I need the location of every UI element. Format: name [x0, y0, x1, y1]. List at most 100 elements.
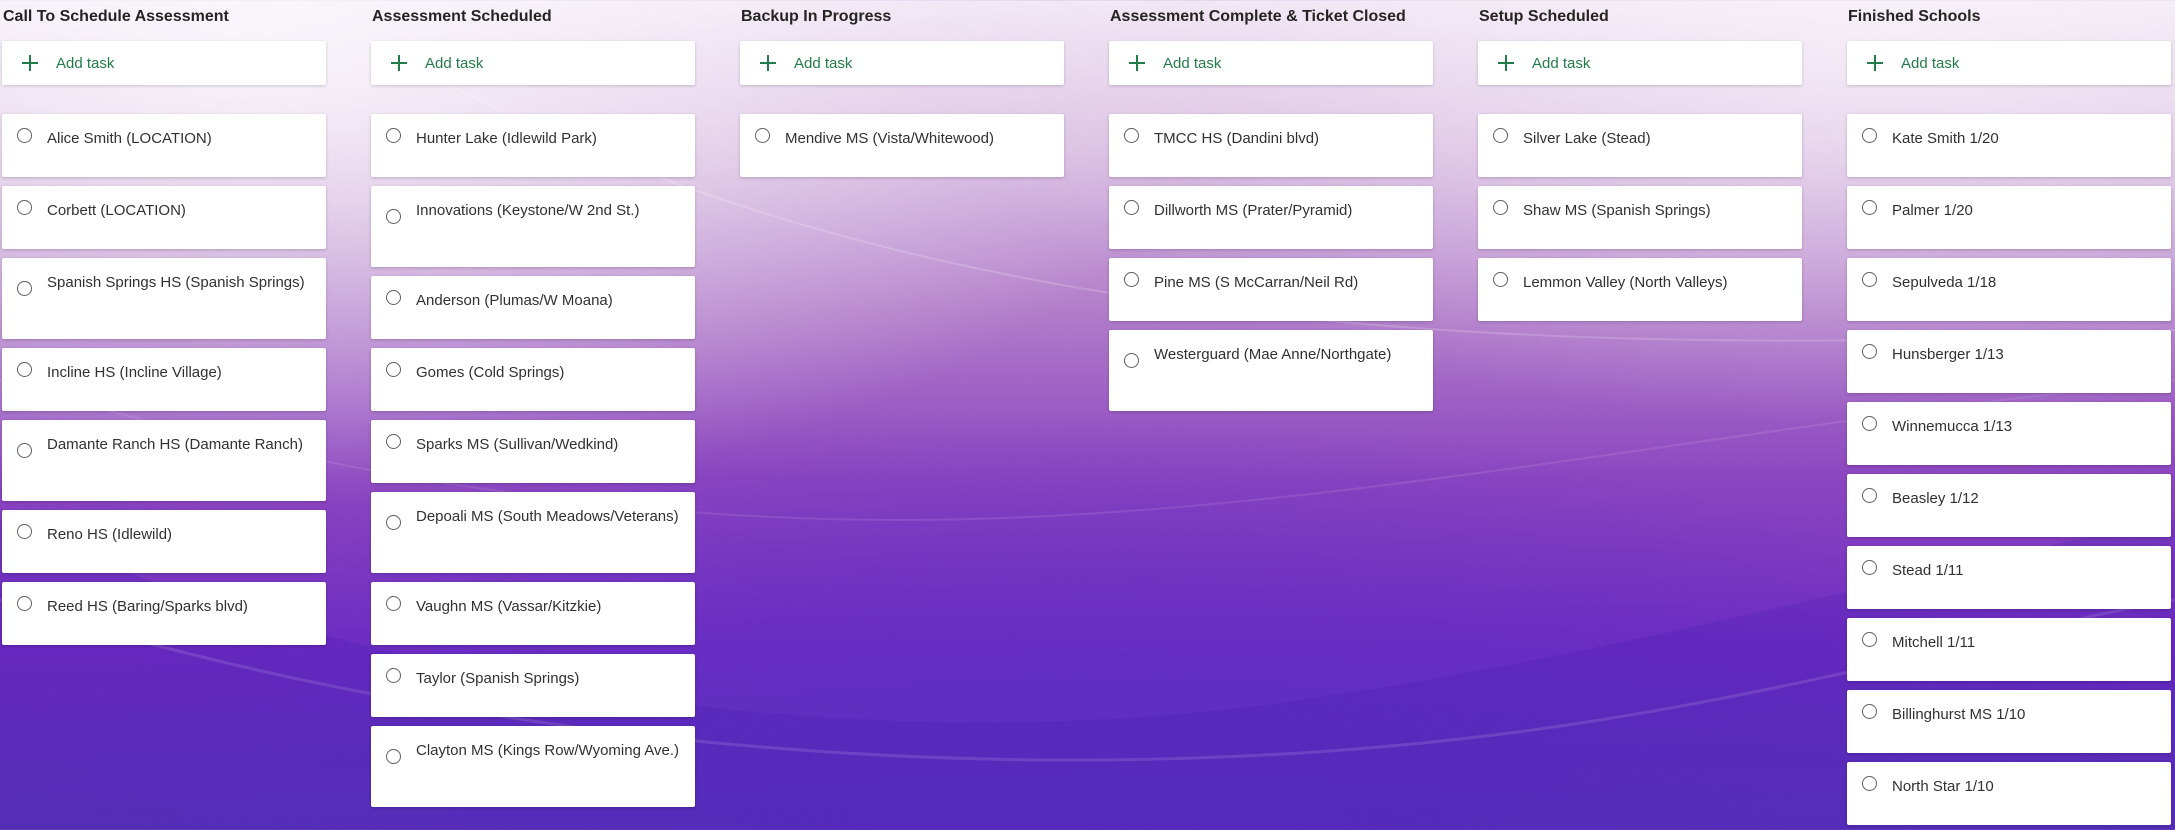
complete-circle-icon[interactable] [1862, 344, 1877, 359]
task-title: Corbett (LOCATION) [47, 202, 186, 219]
complete-circle-icon[interactable] [386, 596, 401, 611]
task-title: Billinghurst MS 1/10 [1892, 706, 2026, 723]
complete-circle-icon[interactable] [1124, 128, 1139, 143]
task-card[interactable]: Clayton MS (Kings Row/Wyoming Ave.) [371, 726, 695, 807]
complete-circle-icon[interactable] [1493, 128, 1508, 143]
task-list: Kate Smith 1/20 Palmer 1/20 Sepulveda 1/18… [1847, 114, 2171, 830]
task-title: Hunter Lake (Idlewild Park) [416, 130, 597, 147]
task-card[interactable]: Alice Smith (LOCATION) [2, 114, 326, 177]
task-card[interactable]: Damante Ranch HS (Damante Ranch) [2, 420, 326, 501]
task-card[interactable]: Westerguard (Mae Anne/Northgate) [1109, 330, 1433, 411]
complete-circle-icon[interactable] [1862, 200, 1877, 215]
complete-circle-icon[interactable] [1862, 272, 1877, 287]
task-list: Mendive MS (Vista/Whitewood) [740, 114, 1064, 186]
add-task-button[interactable]: Add task [1109, 41, 1433, 85]
task-card[interactable]: Pine MS (S McCarran/Neil Rd) [1109, 258, 1433, 321]
bucket-title[interactable]: Backup In Progress [741, 8, 891, 26]
task-card[interactable]: Sepulveda 1/18 [1847, 258, 2171, 321]
task-card[interactable]: Taylor (Spanish Springs) [371, 654, 695, 717]
task-card[interactable]: Mendive MS (Vista/Whitewood) [740, 114, 1064, 177]
complete-circle-icon[interactable] [1124, 353, 1139, 368]
task-card[interactable]: Reno HS (Idlewild) [2, 510, 326, 573]
add-task-button[interactable]: Add task [1478, 41, 1802, 85]
complete-circle-icon[interactable] [1862, 488, 1877, 503]
task-card[interactable]: Depoali MS (South Meadows/Veterans) [371, 492, 695, 573]
task-card[interactable]: Shaw MS (Spanish Springs) [1478, 186, 1802, 249]
task-card[interactable]: Kate Smith 1/20 [1847, 114, 2171, 177]
task-card[interactable]: Vaughn MS (Vassar/Kitzkie) [371, 582, 695, 645]
complete-circle-icon[interactable] [17, 443, 32, 458]
add-task-button[interactable]: Add task [740, 41, 1064, 85]
task-card[interactable]: Beasley 1/12 [1847, 474, 2171, 537]
complete-circle-icon[interactable] [1124, 200, 1139, 215]
complete-circle-icon[interactable] [1862, 776, 1877, 791]
task-card[interactable]: North Star 1/10 [1847, 762, 2171, 825]
task-title: TMCC HS (Dandini blvd) [1154, 130, 1320, 147]
bucket-title[interactable]: Assessment Complete & Ticket Closed [1110, 8, 1406, 26]
complete-circle-icon[interactable] [17, 200, 32, 215]
task-card[interactable]: Dillworth MS (Prater/Pyramid) [1109, 186, 1433, 249]
task-title: Lemmon Valley (North Valleys) [1523, 274, 1728, 291]
complete-circle-icon[interactable] [1862, 416, 1877, 431]
add-task-button[interactable]: Add task [1847, 41, 2171, 85]
complete-circle-icon[interactable] [386, 128, 401, 143]
complete-circle-icon[interactable] [755, 128, 770, 143]
complete-circle-icon[interactable] [386, 209, 401, 224]
bucket-title[interactable]: Setup Scheduled [1479, 8, 1609, 26]
task-card[interactable]: Billinghurst MS 1/10 [1847, 690, 2171, 753]
complete-circle-icon[interactable] [1124, 272, 1139, 287]
task-card[interactable]: Reed HS (Baring/Sparks blvd) [2, 582, 326, 645]
complete-circle-icon[interactable] [386, 434, 401, 449]
task-card[interactable]: Lemmon Valley (North Valleys) [1478, 258, 1802, 321]
complete-circle-icon[interactable] [1862, 704, 1877, 719]
complete-circle-icon[interactable] [1493, 272, 1508, 287]
bucket-title[interactable]: Call To Schedule Assessment [3, 8, 229, 26]
task-card[interactable]: Incline HS (Incline Village) [2, 348, 326, 411]
complete-circle-icon[interactable] [17, 596, 32, 611]
task-title: Winnemucca 1/13 [1892, 418, 2013, 435]
bucket-title[interactable]: Assessment Scheduled [372, 8, 552, 26]
bucket-title[interactable]: Finished Schools [1848, 8, 1980, 26]
task-card[interactable]: Hunsberger 1/13 [1847, 330, 2171, 393]
task-card[interactable]: Anderson (Plumas/W Moana) [371, 276, 695, 339]
task-title: Shaw MS (Spanish Springs) [1523, 202, 1711, 219]
task-card[interactable]: TMCC HS (Dandini blvd) [1109, 114, 1433, 177]
task-title: Alice Smith (LOCATION) [47, 130, 212, 147]
complete-circle-icon[interactable] [386, 290, 401, 305]
task-title: Kate Smith 1/20 [1892, 130, 1999, 147]
complete-circle-icon[interactable] [386, 668, 401, 683]
complete-circle-icon[interactable] [1862, 128, 1877, 143]
task-card[interactable]: Palmer 1/20 [1847, 186, 2171, 249]
complete-circle-icon[interactable] [1862, 560, 1877, 575]
add-task-button[interactable]: Add task [2, 41, 326, 85]
task-card[interactable]: Gomes (Cold Springs) [371, 348, 695, 411]
complete-circle-icon[interactable] [17, 362, 32, 377]
task-title: Anderson (Plumas/W Moana) [416, 292, 613, 309]
add-task-label: Add task [425, 54, 484, 72]
complete-circle-icon[interactable] [17, 128, 32, 143]
task-title: Dillworth MS (Prater/Pyramid) [1154, 202, 1353, 219]
task-card[interactable]: Winnemucca 1/13 [1847, 402, 2171, 465]
task-board: Call To Schedule Assessment Add task Alice… [0, 0, 2175, 830]
task-card[interactable]: Stead 1/11 [1847, 546, 2171, 609]
complete-circle-icon[interactable] [386, 515, 401, 530]
complete-circle-icon[interactable] [17, 281, 32, 296]
task-title: Hunsberger 1/13 [1892, 346, 2004, 363]
complete-circle-icon[interactable] [386, 749, 401, 764]
complete-circle-icon[interactable] [386, 362, 401, 377]
task-card[interactable]: Silver Lake (Stead) [1478, 114, 1802, 177]
add-task-button[interactable]: Add task [371, 41, 695, 85]
task-card[interactable]: Hunter Lake (Idlewild Park) [371, 114, 695, 177]
task-title: Pine MS (S McCarran/Neil Rd) [1154, 274, 1359, 291]
task-card[interactable]: Spanish Springs HS (Spanish Springs) [2, 258, 326, 339]
task-card[interactable]: Innovations (Keystone/W 2nd St.) [371, 186, 695, 267]
task-title: Damante Ranch HS (Damante Ranch) [47, 436, 303, 453]
complete-circle-icon[interactable] [1862, 632, 1877, 647]
task-card[interactable]: Sparks MS (Sullivan/Wedkind) [371, 420, 695, 483]
task-title: Spanish Springs HS (Spanish Springs) [47, 274, 305, 291]
complete-circle-icon[interactable] [1493, 200, 1508, 215]
complete-circle-icon[interactable] [17, 524, 32, 539]
task-card[interactable]: Corbett (LOCATION) [2, 186, 326, 249]
task-title: Westerguard (Mae Anne/Northgate) [1154, 346, 1392, 363]
task-card[interactable]: Mitchell 1/11 [1847, 618, 2171, 681]
